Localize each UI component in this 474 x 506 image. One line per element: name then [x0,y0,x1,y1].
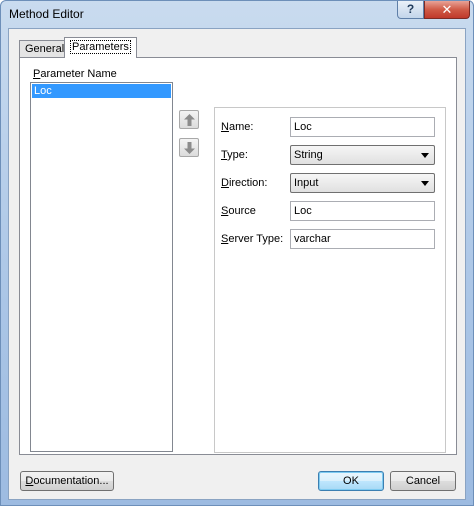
close-button[interactable]: ✕ [424,1,470,19]
source-label-text: ource [228,205,256,217]
title-bar[interactable]: Method Editor ? ✕ [1,1,473,27]
direction-label-text: irection: [228,177,268,189]
server-type-field[interactable]: varchar [290,229,435,249]
tab-parameters-label: Parameters [70,40,131,54]
documentation-button-label: ocumentation... [33,475,109,487]
name-label-key: N [221,121,229,133]
properties-panel: Name: Loc Type: String Direction: Input … [214,107,446,453]
tab-general-label: General [25,43,65,55]
tab-general[interactable]: General [19,40,71,57]
type-label: Type: [221,149,248,161]
move-up-button[interactable] [179,110,199,129]
method-editor-window: Method Editor ? ✕ General Parameters Par… [0,0,474,506]
direction-select-value: Input [294,177,319,189]
parameters-tab-page: Parameter Name Loc Name: Loc Type: Strin… [19,57,457,455]
direction-label: Direction: [221,177,267,189]
source-field[interactable]: Loc [290,201,435,221]
tab-parameters[interactable]: Parameters [64,37,137,58]
ok-button[interactable]: OK [318,471,384,491]
parameter-list[interactable]: Loc [30,82,173,452]
arrow-up-icon [184,114,195,126]
source-label: Source [221,205,256,217]
name-label-text: ame: [228,121,254,133]
chevron-down-icon [421,181,429,186]
type-select[interactable]: String [290,145,435,165]
name-label: Name: [221,121,253,133]
arrow-down-icon [184,142,195,154]
direction-label-key: D [221,177,229,189]
documentation-button[interactable]: Documentation... [20,471,114,491]
help-button[interactable]: ? [397,1,424,19]
server-type-label: Server Type: [221,233,283,245]
type-select-value: String [294,149,323,161]
window-title: Method Editor [9,7,84,21]
name-field[interactable]: Loc [290,117,435,137]
parameter-name-caption-text: arameter Name [40,68,117,80]
parameter-name-caption: Parameter Name [33,68,117,80]
cancel-button[interactable]: Cancel [390,471,456,491]
list-item[interactable]: Loc [32,84,171,98]
server-type-label-text: erver Type: [228,233,284,245]
move-down-button[interactable] [179,138,199,157]
dialog-body: General Parameters Parameter Name Loc Na… [8,28,466,500]
direction-select[interactable]: Input [290,173,435,193]
type-label-text: ype: [227,149,248,161]
chevron-down-icon [421,153,429,158]
